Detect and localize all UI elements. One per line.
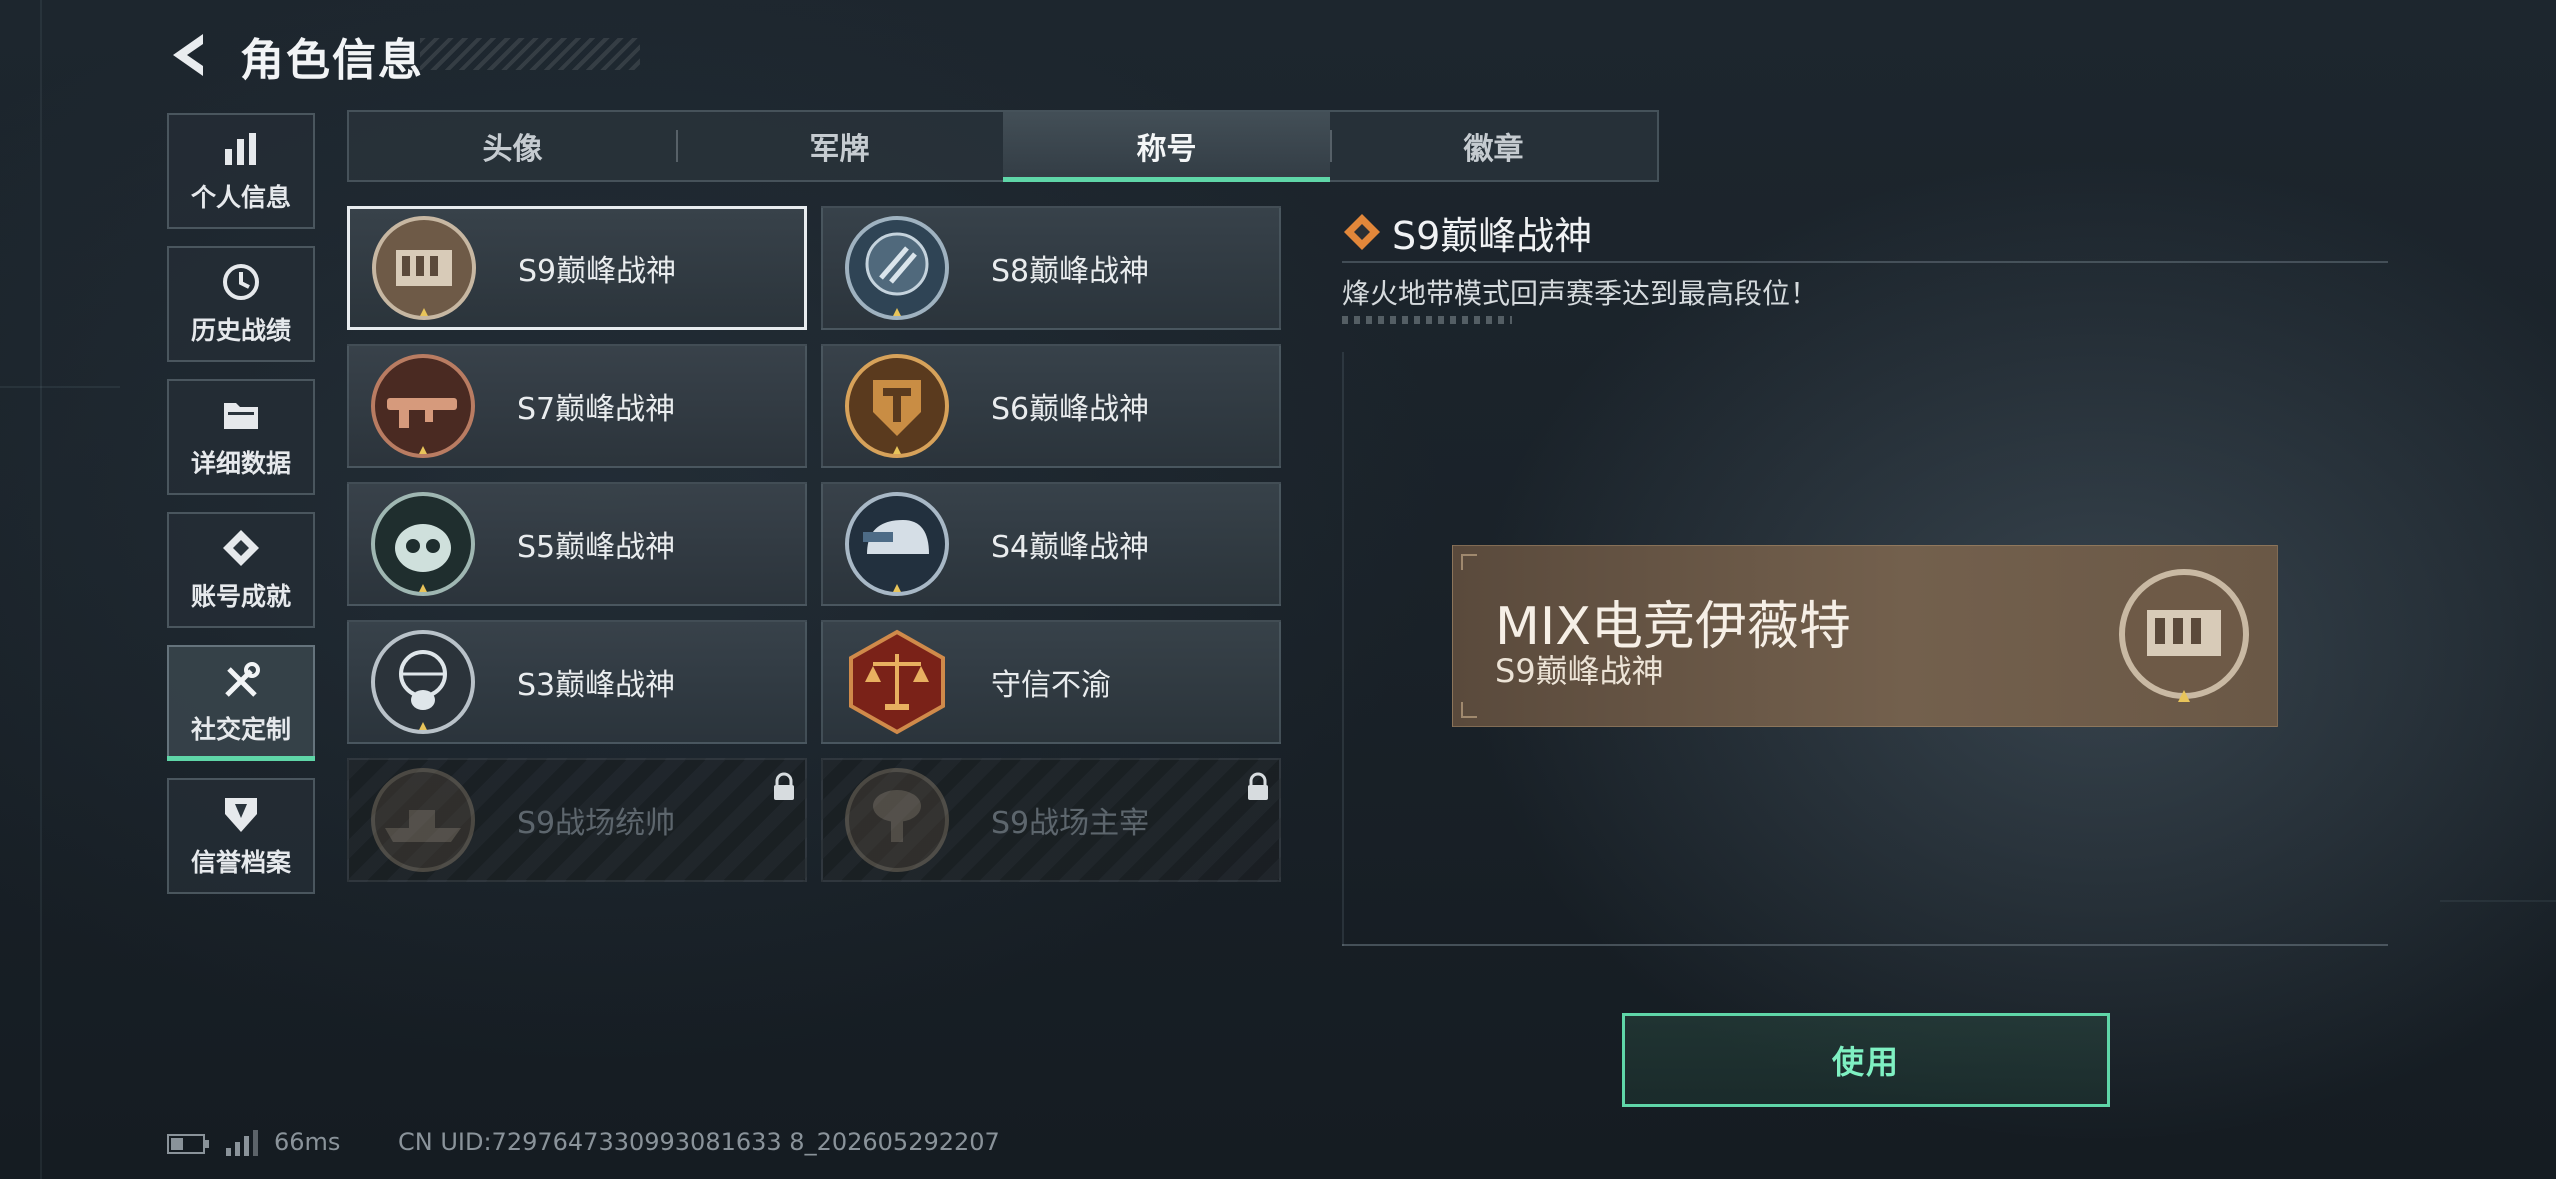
tab-avatar[interactable]: 头像	[349, 112, 676, 180]
nameplate-title: S9巅峰战神	[1495, 652, 1664, 690]
bar-chart-icon	[220, 128, 262, 170]
decor-line	[2440, 900, 2556, 902]
decor-line	[0, 386, 120, 388]
title-card-s7-peak[interactable]: S7巅峰战神	[347, 344, 807, 468]
sidebar-item-personal-info[interactable]: 个人信息	[167, 113, 315, 229]
sidebar-item-label: 信誉档案	[190, 848, 291, 877]
title-decoration	[420, 38, 640, 70]
title-card-s6-peak[interactable]: S6巅峰战神	[821, 344, 1281, 468]
helmet-emblem-icon	[845, 492, 949, 596]
detail-decoration	[1342, 316, 1512, 324]
sidebar-item-achievements[interactable]: 账号成就	[167, 512, 315, 628]
globe-skull-emblem-icon	[371, 630, 475, 734]
folder-icon	[220, 394, 262, 436]
title-card-name: S9巅峰战神	[518, 254, 677, 289]
title-card-s5-peak[interactable]: S5巅峰战神	[347, 482, 807, 606]
signal-icon	[226, 1130, 258, 1156]
sidebar-item-label: 历史战绩	[190, 316, 291, 345]
diamond-title-icon	[1344, 214, 1380, 250]
divider	[1342, 944, 2388, 946]
t-shield-emblem-icon	[845, 354, 949, 458]
rifle-emblem-icon	[371, 354, 475, 458]
title-card-s4-peak[interactable]: S4巅峰战神	[821, 482, 1281, 606]
title-card-name: S9战场主宰	[991, 806, 1150, 841]
nameplate-preview: MIX电竞伊薇特 S9巅峰战神	[1452, 545, 2278, 727]
mushroom-cloud-emblem-icon	[845, 768, 949, 872]
title-card-name: S7巅峰战神	[517, 392, 676, 427]
back-button[interactable]	[165, 30, 215, 80]
uid-text: CN UID:7297647330993081633 8_20260529220…	[398, 1128, 1000, 1156]
sidebar-item-social-custom[interactable]: 社交定制	[167, 645, 315, 761]
sidebar-item-label: 账号成就	[190, 582, 291, 611]
title-card-name: S5巅峰战神	[517, 530, 676, 565]
fortress-emblem-icon	[2119, 569, 2249, 702]
achievement-icon	[220, 527, 262, 569]
sidebar-item-reputation[interactable]: 信誉档案	[167, 778, 315, 894]
fortress-emblem-icon	[372, 216, 476, 320]
title-card-s9-dominator[interactable]: S9战场主宰	[821, 758, 1281, 882]
back-arrow-icon	[173, 34, 203, 76]
tools-icon	[220, 660, 262, 702]
detail-description: 烽火地带模式回声赛季达到最高段位！	[1342, 277, 1819, 310]
title-card-s3-peak[interactable]: S3巅峰战神	[347, 620, 807, 744]
title-card-s9-commander[interactable]: S9战场统帅	[347, 758, 807, 882]
sidebar-item-label: 个人信息	[190, 183, 291, 212]
decor-line	[40, 0, 42, 1179]
history-clock-icon	[220, 261, 262, 303]
reputation-icon	[220, 793, 262, 835]
sidebar-item-label: 详细数据	[190, 449, 291, 478]
scales-emblem-icon	[849, 629, 945, 735]
title-card-name: S6巅峰战神	[991, 392, 1150, 427]
ping-value: 66ms	[274, 1128, 341, 1156]
tab-title[interactable]: 称号	[1003, 112, 1330, 182]
title-card-name: S8巅峰战神	[991, 254, 1150, 289]
title-card-name: 守信不渝	[991, 668, 1111, 703]
title-card-s9-peak[interactable]: S9巅峰战神	[347, 206, 807, 330]
lock-icon	[774, 772, 794, 800]
tab-badge[interactable]: 徽章	[1330, 112, 1657, 180]
title-card-name: S3巅峰战神	[517, 668, 676, 703]
tab-dog-tag[interactable]: 军牌	[676, 112, 1003, 180]
sidebar-item-label: 社交定制	[190, 715, 291, 744]
diver-skull-emblem-icon	[371, 492, 475, 596]
nameplate-corner	[1461, 702, 1477, 718]
page-title: 角色信息	[240, 35, 424, 86]
sidebar-item-history[interactable]: 历史战绩	[167, 246, 315, 362]
nameplate-corner	[1461, 554, 1477, 570]
tab-bar: 头像 军牌 称号 徽章	[347, 110, 1659, 182]
title-card-name: S9战场统帅	[517, 806, 676, 841]
divider	[1342, 261, 2388, 263]
title-card-s8-peak[interactable]: S8巅峰战神	[821, 206, 1281, 330]
sidebar-item-detailed-data[interactable]: 详细数据	[167, 379, 315, 495]
battery-icon	[167, 1134, 209, 1154]
lock-icon	[1248, 772, 1268, 800]
use-button[interactable]: 使用	[1622, 1013, 2110, 1107]
title-card-name: S4巅峰战神	[991, 530, 1150, 565]
warship-emblem-icon	[371, 768, 475, 872]
detail-title: S9巅峰战神	[1392, 214, 1593, 258]
title-card-trustworthy[interactable]: 守信不渝	[821, 620, 1281, 744]
shield-stripes-emblem-icon	[845, 216, 949, 320]
